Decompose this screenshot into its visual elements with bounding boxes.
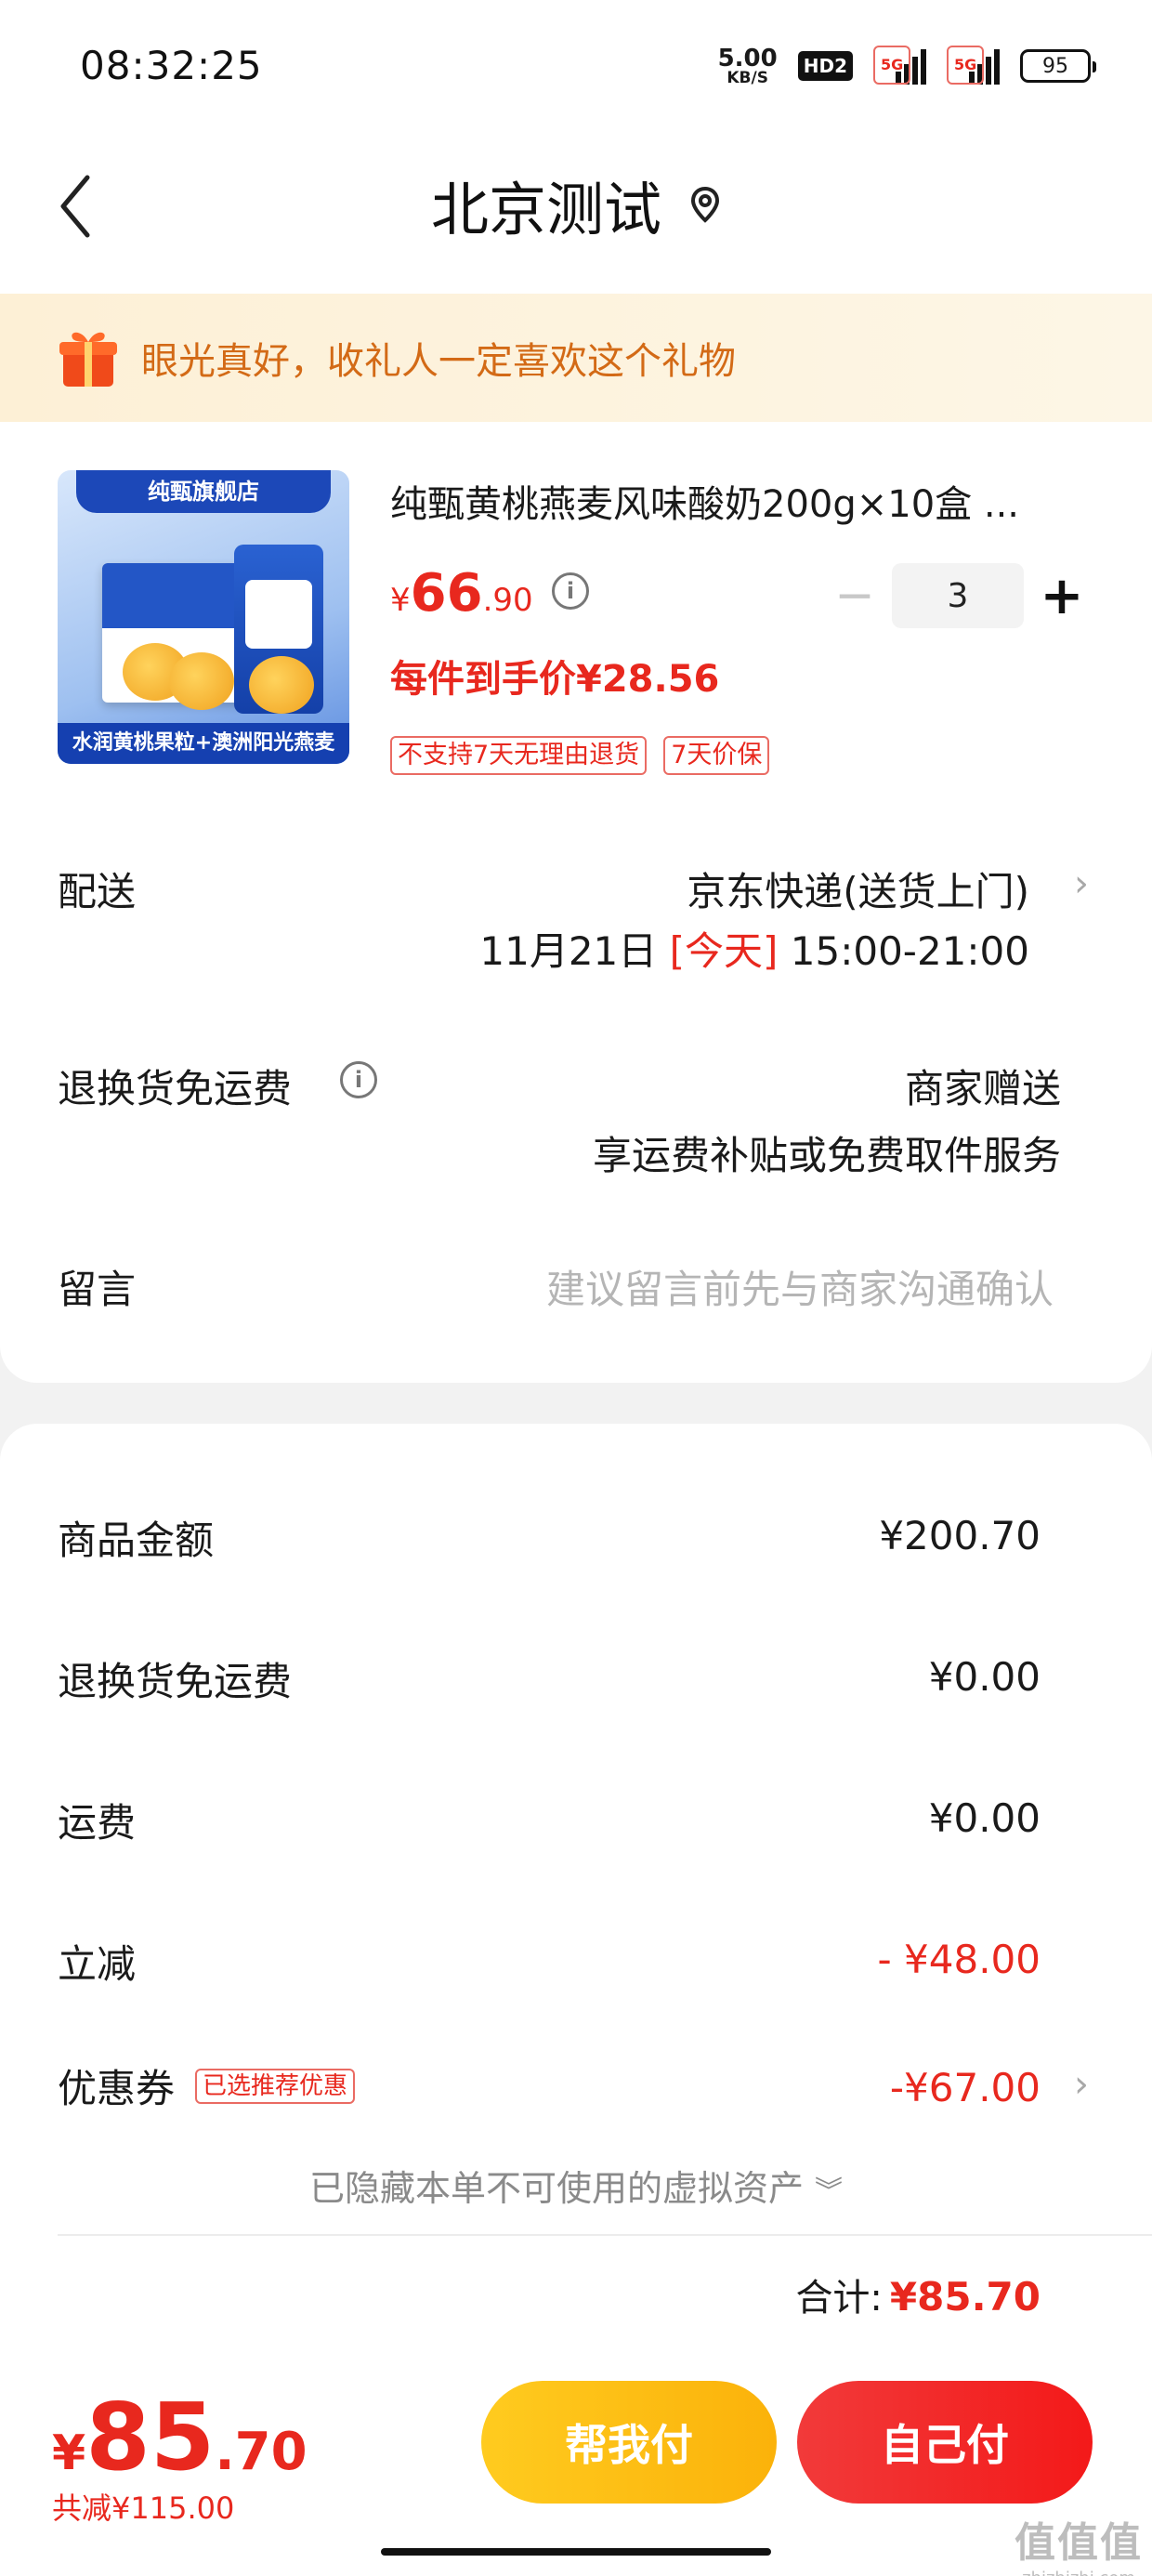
message-input[interactable]: 建议留言前先与商家沟通确认 <box>546 1258 1054 1315</box>
gift-banner: 眼光真好，收礼人一定喜欢这个礼物 <box>0 294 1152 422</box>
price-decimal: .90 <box>482 582 533 619</box>
hd-icon: HD2 <box>797 51 853 81</box>
instant-discount-label: 立减 <box>58 1941 137 1987</box>
info-icon[interactable]: i <box>552 572 589 610</box>
total-label: 合计: <box>795 2277 883 2320</box>
network-speed-value: 5.00 <box>717 44 778 72</box>
status-time: 08:32:25 <box>80 43 263 88</box>
price-symbol: ¥ <box>390 582 411 619</box>
status-icons: 5.00 KB/S HD2 5G 5G 95 <box>718 43 1096 89</box>
price-integer: 66 <box>410 563 483 624</box>
price-summary-card: 商品金额 ¥200.70 退换货免运费 ¥0.00 运费 ¥0.00 立减 - … <box>0 1424 1152 2362</box>
chevron-down-icon: ︾ <box>815 2175 844 2208</box>
decrease-quantity-button[interactable]: − <box>818 563 892 628</box>
bottom-total-price: ¥ 85 .70 <box>52 2383 308 2491</box>
coupon-row[interactable]: 优惠券 已选推荐优惠 <box>58 2057 356 2114</box>
coupon-chevron-icon[interactable]: › <box>1074 2063 1089 2106</box>
quantity-input[interactable]: 3 <box>892 563 1024 628</box>
status-bar: 08:32:25 5.00 KB/S HD2 5G 5G 95 <box>0 0 1152 130</box>
help-pay-button[interactable]: 帮我付 <box>481 2381 777 2504</box>
watermark: 值值值 zhizhizhi.com <box>1015 2509 1143 2576</box>
return-fee-value: ¥0.00 <box>928 1654 1041 1700</box>
return-shipping-label: 退换货免运费 <box>58 1066 293 1111</box>
coupon-label: 优惠券 <box>58 2066 176 2111</box>
hidden-assets-toggle[interactable]: 已隐藏本单不可使用的虚拟资产 ︾ <box>0 2160 1152 2211</box>
return-fee-label: 退换货免运费 <box>58 1659 293 1704</box>
divider <box>58 2234 1152 2236</box>
return-shipping-info-icon[interactable]: i <box>340 1061 377 1098</box>
network-speed-unit: KB/S <box>727 68 768 87</box>
watermark-url: zhizhizhi.com <box>1015 2569 1143 2576</box>
order-card: 纯甄旗舰店 水润黄桃果粒+澳洲阳光燕麦 纯甄黄桃燕麦风味酸奶200g×10盒 .… <box>0 422 1152 1383</box>
hidden-assets-text: 已隐藏本单不可使用的虚拟资产 <box>308 2168 804 2209</box>
bottom-total-symbol: ¥ <box>52 2425 86 2481</box>
product-image[interactable]: 纯甄旗舰店 水润黄桃果粒+澳洲阳光燕麦 <box>58 470 349 764</box>
total-row: 合计: ¥85.70 <box>795 2267 1041 2321</box>
page-title[interactable]: 北京测试 <box>431 163 661 246</box>
gift-icon <box>59 332 117 387</box>
watermark-logo: 值值值 <box>1015 2519 1143 2567</box>
product-image-slogan: 水润黄桃果粒+澳洲阳光燕麦 <box>58 723 349 764</box>
signal-tag: 5G <box>873 46 911 85</box>
self-pay-button[interactable]: 自己付 <box>797 2381 1093 2504</box>
battery-icon: 95 <box>1020 49 1096 83</box>
delivery-method[interactable]: 京东快递(送货上门) <box>687 861 1029 917</box>
network-speed: 5.00 KB/S <box>718 46 778 86</box>
return-shipping-provider: 商家赠送 <box>904 1066 1061 1111</box>
product-image-store-label: 纯甄旗舰店 <box>76 470 331 513</box>
location-pin-icon[interactable] <box>689 186 721 223</box>
signal-tag-2: 5G <box>947 46 985 85</box>
header: 北京测试 <box>0 130 1152 294</box>
delivery-date: 11月21日 <box>479 928 658 974</box>
goods-amount-label: 商品金额 <box>58 1518 215 1563</box>
signal-5g-icon: 5G <box>873 46 926 85</box>
no-return-tag: 不支持7天无理由退货 <box>390 736 648 775</box>
coupon-value[interactable]: -¥67.00 <box>576 2065 1041 2110</box>
shipping-fee-label: 运费 <box>58 1800 137 1846</box>
price-protect-tag: 7天价保 <box>663 736 770 775</box>
product-name[interactable]: 纯甄黄桃燕麦风味酸奶200g×10盒 ... <box>390 474 1078 528</box>
battery-level: 95 <box>1042 54 1068 78</box>
delivery-day: [今天] <box>669 928 779 974</box>
bottom-bar: ¥ 85 .70 共减¥115.00 帮我付 自己付 <box>0 2362 1152 2576</box>
signal-5g-icon-2: 5G <box>947 46 1000 85</box>
delivery-chevron-icon[interactable]: › <box>1074 862 1089 905</box>
message-label: 留言 <box>58 1267 137 1312</box>
total-reduction: 共减¥115.00 <box>52 2491 235 2526</box>
gift-banner-text: 眼光真好，收礼人一定喜欢这个礼物 <box>141 340 736 383</box>
delivery-time-slot: 15:00-21:00 <box>790 928 1029 974</box>
service-tags: 不支持7天无理由退货 7天价保 <box>390 736 770 775</box>
return-shipping-desc: 享运费补贴或免费取件服务 <box>592 1133 1061 1178</box>
home-indicator[interactable] <box>381 2548 771 2556</box>
shipping-fee-value: ¥0.00 <box>928 1795 1041 1841</box>
bottom-total-decimal: .70 <box>215 2422 308 2482</box>
bottom-total-integer: 85 <box>85 2383 216 2491</box>
goods-amount-value: ¥200.70 <box>879 1513 1041 1558</box>
unit-price: 每件到手价¥28.56 <box>390 658 720 701</box>
title-area[interactable]: 北京测试 <box>0 149 1152 260</box>
increase-quantity-button[interactable]: + <box>1024 563 1100 628</box>
delivery-label: 配送 <box>58 869 137 914</box>
quantity-stepper: − 3 + <box>818 563 1100 628</box>
total-value: ¥85.70 <box>889 2274 1041 2320</box>
delivery-time[interactable]: 11月21日 [今天] 15:00-21:00 <box>479 920 1029 977</box>
product-price: ¥ 66 .90 <box>390 563 533 624</box>
instant-discount-value: - ¥48.00 <box>877 1937 1041 1982</box>
coupon-badge: 已选推荐优惠 <box>195 2068 356 2104</box>
